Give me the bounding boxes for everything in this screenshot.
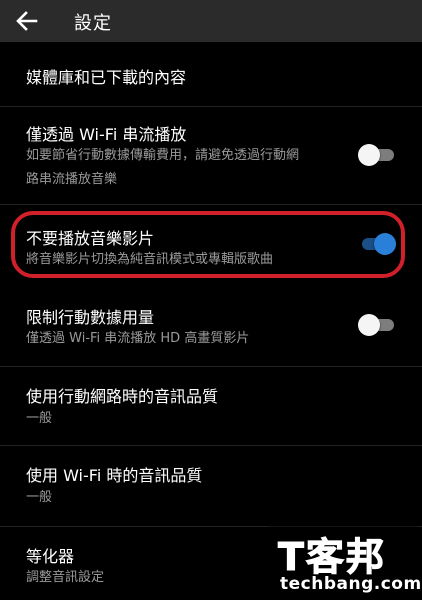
app-bar: 設定 [0,0,422,42]
setting-title: 不要播放音樂影片 [26,229,155,248]
setting-title: 使用 Wi-Fi 時的音訊品質 [26,466,203,485]
setting-wifi-streaming[interactable]: 僅透過 Wi-Fi 串流播放 如要節省行動數據傳輸費用，請避免透過行動網 路串流… [0,107,422,205]
setting-no-music-video[interactable]: 不要播放音樂影片 將音樂影片切換為純音訊模式或專輯版歌曲 [0,212,422,278]
setting-title: 使用行動網路時的音訊品質 [26,387,219,406]
toggle-knob [374,233,396,255]
setting-description: 僅透過 Wi-Fi 串流播放 HD 高畫質影片 [26,331,250,346]
setting-title: 僅透過 Wi-Fi 串流播放 [26,125,187,144]
no-music-video-toggle[interactable] [358,233,396,255]
back-button[interactable] [14,9,40,33]
setting-mobile-audio-quality[interactable]: 使用行動網路時的音訊品質 一般 [0,367,422,446]
limit-mobile-data-toggle[interactable] [358,314,394,336]
techbang-watermark: T客邦 techbang.com [268,522,421,600]
setting-wifi-audio-quality[interactable]: 使用 Wi-Fi 時的音訊品質 一般 [0,446,422,527]
setting-value: 一般 [26,490,53,505]
arrow-left-icon [16,11,38,31]
setting-value: 一般 [26,411,53,426]
setting-title: 等化器 [26,547,75,566]
setting-description: 如要節省行動數據傳輸費用，請避免透過行動網 路串流播放音樂 [26,144,356,192]
toggle-knob [358,314,380,336]
description-line: 如要節省行動數據傳輸費用，請避免透過行動網 [26,148,300,163]
setting-title: 媒體庫和已下載的內容 [26,68,187,87]
watermark-logo: T客邦 [278,535,386,580]
toggle-knob [358,144,380,166]
setting-limit-mobile-data[interactable]: 限制行動數據用量 僅透過 Wi-Fi 串流播放 HD 高畫質影片 [0,290,422,367]
description-line: 路串流播放音樂 [26,172,118,187]
watermark-site: techbang.com [280,574,422,594]
setting-title: 限制行動數據用量 [26,308,155,327]
setting-library[interactable]: 媒體庫和已下載的內容 [0,42,422,107]
setting-description: 將音樂影片切換為純音訊模式或專輯版歌曲 [26,252,274,267]
wifi-streaming-toggle[interactable] [358,144,394,166]
page-title: 設定 [74,13,112,34]
